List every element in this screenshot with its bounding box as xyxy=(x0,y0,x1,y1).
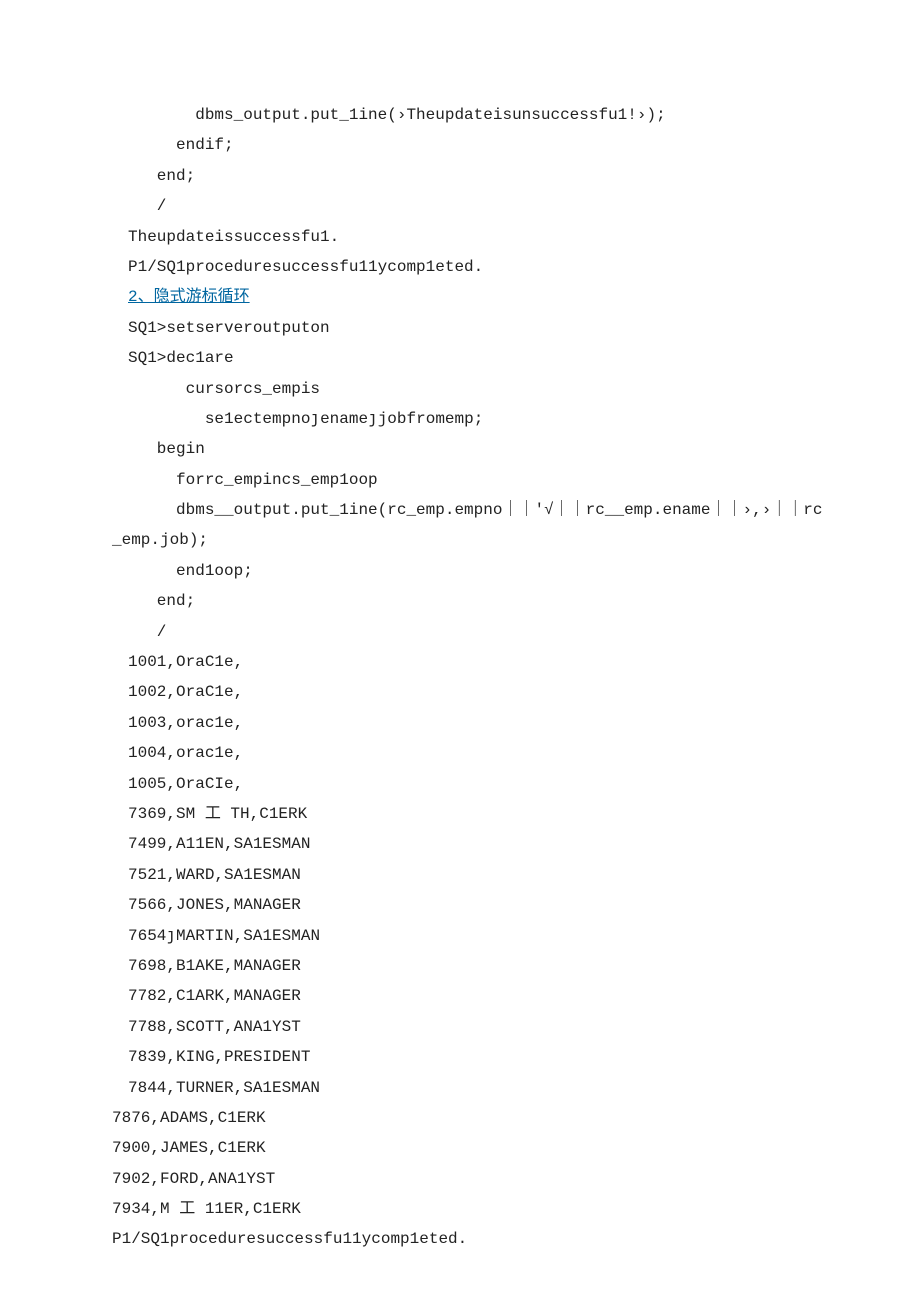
code-line: SQ1>dec1are xyxy=(0,343,920,373)
table-row: 7499,A11EN,SA1ESMAN xyxy=(0,829,920,859)
document-page: dbms_output.put_1ine(›Theupdateisunsucce… xyxy=(0,0,920,1301)
code-line: _emp.job); xyxy=(0,525,920,555)
code-line: begin xyxy=(0,434,920,464)
table-row: 1005,OraCIe, xyxy=(0,769,920,799)
table-row: 7782,C1ARK,MANAGER xyxy=(0,981,920,1011)
table-row: 7876,ADAMS,C1ERK xyxy=(0,1103,920,1133)
code-line: end; xyxy=(0,586,920,616)
table-row: 7839,KING,PRESIDENT xyxy=(0,1042,920,1072)
table-row: 7698,B1AKE,MANAGER xyxy=(0,951,920,981)
table-row: 7788,SCOTT,ANA1YST xyxy=(0,1012,920,1042)
output-line: P1/SQ1proceduresuccessfu11ycomp1eted. xyxy=(0,1224,920,1254)
table-row: 7900,JAMES,C1ERK xyxy=(0,1133,920,1163)
output-line: Theupdateissuccessfu1. xyxy=(0,222,920,252)
table-row: 1001,OraC1e, xyxy=(0,647,920,677)
table-row: 7369,SM 工 TH,C1ERK xyxy=(0,799,920,829)
table-row: 7521,WARD,SA1ESMAN xyxy=(0,860,920,890)
code-line: end1oop; xyxy=(0,556,920,586)
table-row: 7654ȷMARTIN,SA1ESMAN xyxy=(0,921,920,951)
section-heading: 2、隐式游标循环 xyxy=(0,282,920,312)
code-line: endif; xyxy=(0,130,920,160)
table-row: 1002,OraC1e, xyxy=(0,677,920,707)
table-row: 1003,orac1e, xyxy=(0,708,920,738)
table-row: 7844,TURNER,SA1ESMAN xyxy=(0,1073,920,1103)
table-row: 1004,orac1e, xyxy=(0,738,920,768)
table-row: 7566,JONES,MANAGER xyxy=(0,890,920,920)
code-line: SQ1>setserveroutputon xyxy=(0,313,920,343)
table-row: 7934,M 工 11ER,C1ERK xyxy=(0,1194,920,1224)
code-line: end; xyxy=(0,161,920,191)
code-line: dbms__output.put_1ine(rc_emp.empno｜｜'√｜｜… xyxy=(0,495,920,525)
table-row: 7902,FORD,ANA1YST xyxy=(0,1164,920,1194)
code-line: / xyxy=(0,191,920,221)
output-line: P1/SQ1proceduresuccessfu11ycomp1eted. xyxy=(0,252,920,282)
code-line: se1ectempnoȷenameȷjobfromemp; xyxy=(0,404,920,434)
code-line: / xyxy=(0,617,920,647)
code-line: cursorcs_empis xyxy=(0,374,920,404)
code-line: forrc_empincs_emp1oop xyxy=(0,465,920,495)
code-line: dbms_output.put_1ine(›Theupdateisunsucce… xyxy=(0,100,920,130)
